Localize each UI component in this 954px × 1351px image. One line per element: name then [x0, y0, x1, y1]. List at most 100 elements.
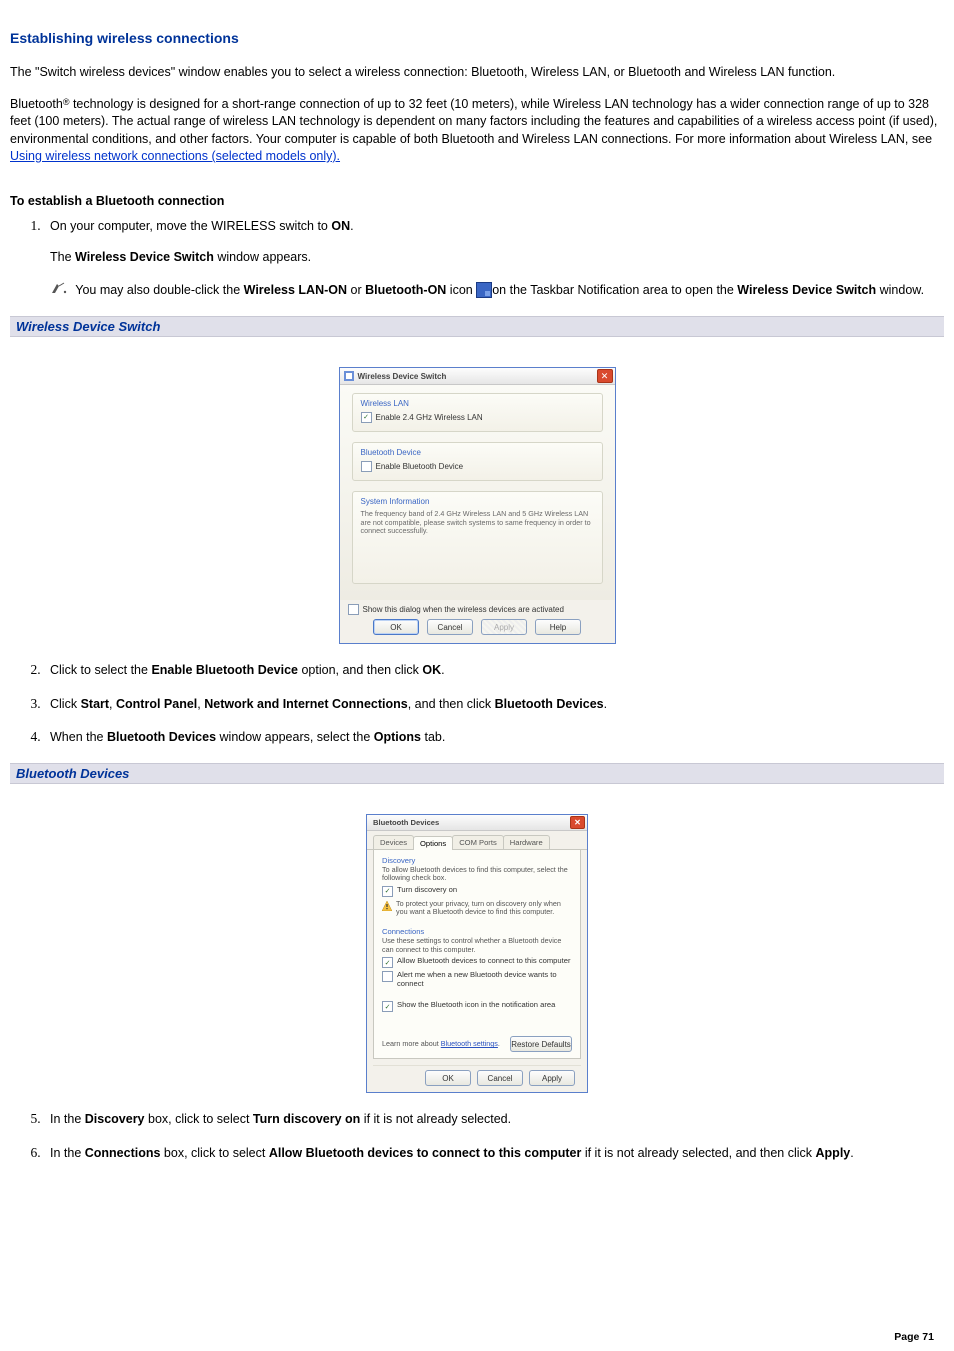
bold-on: ON: [331, 219, 350, 233]
tab-com-ports[interactable]: COM Ports: [452, 835, 504, 849]
text: In the: [50, 1112, 85, 1126]
tab-hardware[interactable]: Hardware: [503, 835, 550, 849]
text: if it is not already selected, and then …: [581, 1146, 815, 1160]
text: When the: [50, 730, 107, 744]
steps-list-3: In the Discovery box, click to select Tu…: [10, 1111, 944, 1162]
sysinfo-group: System Information The frequency band of…: [352, 491, 603, 584]
btd-caption: Bluetooth Devices: [10, 763, 944, 784]
tab-devices[interactable]: Devices: [373, 835, 414, 849]
enable-bt-label: Enable Bluetooth Device: [376, 462, 464, 471]
step-6: In the Connections box, click to select …: [44, 1145, 944, 1163]
bt-legend: Bluetooth Device: [361, 448, 594, 457]
step-3: Click Start, Control Panel, Network and …: [44, 696, 944, 714]
wds-caption: Wireless Device Switch: [10, 316, 944, 337]
apply-button[interactable]: Apply: [529, 1070, 575, 1086]
text: Learn more about: [382, 1039, 441, 1048]
bold-window-name: Wireless Device Switch: [75, 250, 214, 264]
bold-bt-on: Bluetooth-ON: [365, 283, 446, 297]
close-icon[interactable]: ✕: [570, 816, 585, 829]
bold: Options: [374, 730, 421, 744]
bold: Bluetooth Devices: [107, 730, 216, 744]
show-bt-icon-checkbox[interactable]: ✓: [382, 1001, 393, 1012]
show-dialog-label: Show this dialog when the wireless devic…: [363, 605, 564, 614]
allow-connect-label: Allow Bluetooth devices to connect to th…: [397, 956, 571, 965]
text: Bluetooth: [10, 97, 63, 111]
help-button[interactable]: Help: [535, 619, 581, 635]
enable-bt-checkbox[interactable]: [361, 461, 372, 472]
discovery-text: To allow Bluetooth devices to find this …: [382, 866, 572, 883]
bold-wlan-on: Wireless LAN-ON: [244, 283, 347, 297]
wds-screenshot: Wireless Device Switch ✕ Wireless LAN ✓ …: [10, 337, 944, 662]
wds-title-text: Wireless Device Switch: [358, 372, 597, 381]
text: Click: [50, 697, 81, 711]
text: .: [441, 663, 444, 677]
cancel-button[interactable]: Cancel: [477, 1070, 523, 1086]
section-title: Establishing wireless connections: [10, 30, 944, 46]
tab-options[interactable]: Options: [413, 836, 453, 850]
wds-window: Wireless Device Switch ✕ Wireless LAN ✓ …: [339, 367, 616, 644]
bold-wds: Wireless Device Switch: [737, 283, 876, 297]
bold: Enable Bluetooth Device: [151, 663, 298, 677]
text: icon: [446, 283, 476, 297]
text: .: [604, 697, 607, 711]
text: box, click to select: [160, 1146, 268, 1160]
taskbar-icon: [476, 282, 492, 298]
text: .: [350, 219, 353, 233]
text: box, click to select: [145, 1112, 253, 1126]
apply-button[interactable]: Apply: [481, 619, 527, 635]
bold: Turn discovery on: [253, 1112, 360, 1126]
sysinfo-text: The frequency band of 2.4 GHz Wireless L…: [361, 510, 594, 536]
note-icon: [50, 281, 68, 301]
show-bt-icon-label: Show the Bluetooth icon in the notificat…: [397, 1000, 555, 1009]
bluetooth-settings-link[interactable]: Bluetooth settings: [441, 1039, 498, 1048]
text: tab.: [421, 730, 445, 744]
discovery-warning: To protect your privacy, turn on discove…: [396, 900, 572, 917]
page-number: Page 71: [894, 1331, 934, 1343]
step-2: Click to select the Enable Bluetooth Dev…: [44, 662, 944, 680]
learn-more: Learn more about Bluetooth settings.: [382, 1040, 500, 1049]
connections-legend: Connections: [382, 927, 572, 936]
bold: OK: [422, 663, 441, 677]
allow-connect-checkbox[interactable]: ✓: [382, 957, 393, 968]
text: technology is designed for a short-range…: [10, 97, 937, 146]
warning-icon: [382, 901, 392, 911]
bt-group: Bluetooth Device Enable Bluetooth Device: [352, 442, 603, 481]
document-page: Establishing wireless connections The "S…: [0, 0, 954, 1351]
restore-defaults-button[interactable]: Restore Defaults: [510, 1036, 572, 1052]
text: Click to select the: [50, 663, 151, 677]
enable-wlan-label: Enable 2.4 GHz Wireless LAN: [376, 413, 483, 422]
connections-text: Use these settings to control whether a …: [382, 937, 572, 954]
steps-list-2: Click to select the Enable Bluetooth Dev…: [10, 662, 944, 747]
text: if it is not already selected.: [360, 1112, 511, 1126]
connections-group: Connections Use these settings to contro…: [382, 927, 572, 994]
enable-wlan-checkbox[interactable]: ✓: [361, 412, 372, 423]
wlan-legend: Wireless LAN: [361, 399, 594, 408]
show-dialog-checkbox[interactable]: [348, 604, 359, 615]
btd-window: Bluetooth Devices ✕ Devices Options COM …: [366, 814, 588, 1094]
btd-screenshot: Bluetooth Devices ✕ Devices Options COM …: [10, 784, 944, 1112]
text: option, and then click: [298, 663, 422, 677]
alert-new-device-checkbox[interactable]: [382, 971, 393, 982]
btd-title-text: Bluetooth Devices: [373, 818, 570, 827]
turn-discovery-on-label: Turn discovery on: [397, 885, 457, 894]
text: In the: [50, 1146, 85, 1160]
bold: Start: [81, 697, 109, 711]
btd-tabs: Devices Options COM Ports Hardware: [367, 831, 587, 850]
close-icon[interactable]: ✕: [597, 369, 613, 383]
ok-button[interactable]: OK: [425, 1070, 471, 1086]
ok-button[interactable]: OK: [373, 619, 419, 635]
bluetooth-subheading: To establish a Bluetooth connection: [10, 194, 944, 208]
bold: Connections: [85, 1146, 161, 1160]
intro-paragraph-2: Bluetooth® technology is designed for a …: [10, 96, 944, 166]
wireless-lan-link[interactable]: Using wireless network connections (sele…: [10, 149, 340, 163]
steps-list: On your computer, move the WIRELESS swit…: [10, 218, 944, 301]
cancel-button[interactable]: Cancel: [427, 619, 473, 635]
btd-titlebar: Bluetooth Devices ✕: [367, 815, 587, 831]
text: The: [50, 250, 75, 264]
text: .: [850, 1146, 853, 1160]
text: ,: [109, 697, 116, 711]
turn-discovery-on-checkbox[interactable]: ✓: [382, 886, 393, 897]
step-4: When the Bluetooth Devices window appear…: [44, 729, 944, 747]
discovery-group: Discovery To allow Bluetooth devices to …: [382, 856, 572, 924]
wlan-group: Wireless LAN ✓ Enable 2.4 GHz Wireless L…: [352, 393, 603, 432]
